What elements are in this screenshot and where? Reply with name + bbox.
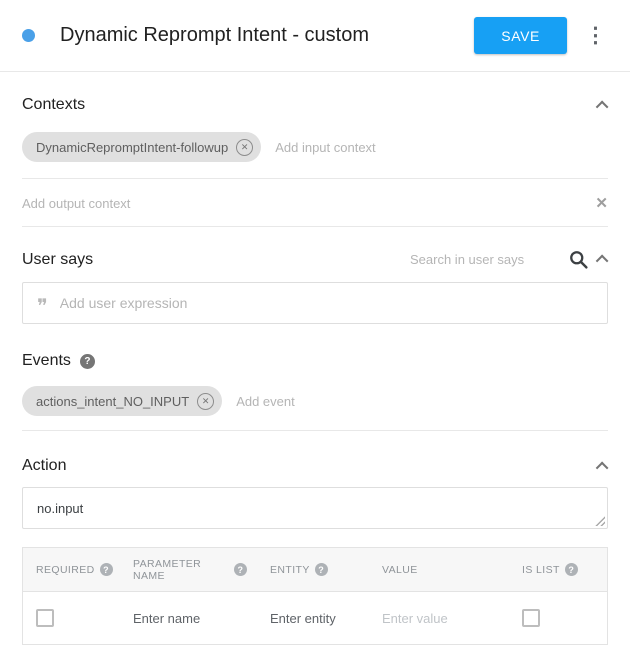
parameter-name-help-icon[interactable]: ? [234,563,247,576]
user-says-heading: User says [22,251,93,269]
intent-editor: Dynamic Reprompt Intent - custom SAVE ⋮ … [0,0,630,645]
contexts-section: Contexts DynamicRepromptIntent-followup … [0,72,630,227]
remove-event-icon[interactable]: ✕ [197,393,214,410]
action-input-box [22,487,608,529]
add-input-context-field[interactable] [275,140,608,155]
input-contexts-row: DynamicRepromptIntent-followup ✕ [22,114,608,179]
parameter-name-field[interactable] [133,611,247,626]
is-list-checkbox[interactable] [522,609,540,627]
action-name-field[interactable] [37,501,593,516]
entity-field[interactable] [270,611,359,626]
parameters-table-header: REQUIRED ? PARAMETER NAME ? ENTITY ? VAL… [23,548,607,592]
input-context-chip: DynamicRepromptIntent-followup ✕ [22,132,261,162]
events-section: Events ? actions_intent_NO_INPUT ✕ [0,324,630,431]
input-context-chip-label: DynamicRepromptIntent-followup [36,140,228,155]
value-cell [369,592,509,644]
intent-dot-icon [22,29,35,42]
collapse-user-says-icon[interactable] [596,255,609,268]
col-parameter-name: PARAMETER NAME ? [120,548,257,591]
parameters-table: REQUIRED ? PARAMETER NAME ? ENTITY ? VAL… [22,547,608,645]
entity-cell [257,592,369,644]
required-cell [23,592,120,644]
intent-header: Dynamic Reprompt Intent - custom SAVE ⋮ [0,0,630,72]
event-chip-label: actions_intent_NO_INPUT [36,394,189,409]
required-help-icon[interactable]: ? [100,563,113,576]
col-value: VALUE [369,548,509,591]
events-heading: Events [22,352,71,370]
is-list-cell [509,592,607,644]
user-expression-box: ❞ [22,282,608,324]
add-output-context-field[interactable] [22,196,585,211]
user-says-search [410,249,608,270]
is-list-help-icon[interactable]: ? [565,563,578,576]
action-heading: Action [22,457,66,475]
collapse-contexts-icon[interactable] [596,100,609,113]
search-icon[interactable] [568,249,589,270]
col-entity: ENTITY ? [257,548,369,591]
parameter-row [23,592,607,644]
col-is-list: IS LIST ? [509,548,607,591]
event-chip: actions_intent_NO_INPUT ✕ [22,386,222,416]
clear-output-context-icon[interactable]: ✕ [585,194,608,212]
events-row: actions_intent_NO_INPUT ✕ [22,370,608,431]
page-title: Dynamic Reprompt Intent - custom [60,24,474,47]
value-field[interactable] [382,611,499,626]
add-event-field[interactable] [236,394,608,409]
action-section: Action REQUIRED ? PARAMETER NAME ? ENTIT… [0,431,630,645]
user-says-section: User says ❞ [0,227,630,324]
output-contexts-row: ✕ [22,179,608,227]
events-help-icon[interactable]: ? [80,354,95,369]
search-user-says-input[interactable] [410,252,558,267]
parameter-name-cell [120,592,257,644]
required-checkbox[interactable] [36,609,54,627]
add-user-expression-field[interactable] [60,295,593,311]
save-button[interactable]: SAVE [474,17,567,54]
entity-help-icon[interactable]: ? [315,563,328,576]
contexts-heading: Contexts [22,96,85,114]
quote-icon: ❞ [37,295,48,311]
kebab-menu-icon[interactable]: ⋮ [577,25,614,46]
remove-input-context-icon[interactable]: ✕ [236,139,253,156]
collapse-action-icon[interactable] [596,461,609,474]
col-required: REQUIRED ? [23,548,120,591]
resize-grip-icon[interactable] [594,515,605,526]
